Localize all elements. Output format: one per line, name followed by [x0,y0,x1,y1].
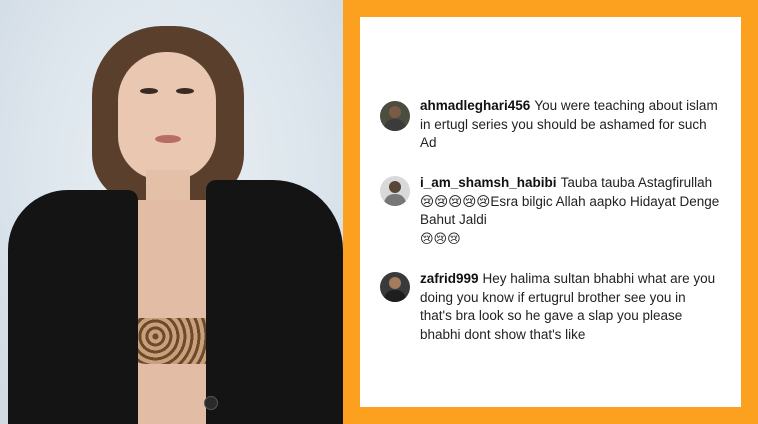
screenshot-collage: ahmadleghari456 You were teaching about i… [0,0,758,424]
photo-eye-left [140,88,158,94]
comment-username[interactable]: zafrid999 [420,271,479,286]
comments-card: ahmadleghari456 You were teaching about i… [360,17,741,407]
photo-face [118,52,216,180]
avatar-head [389,277,401,289]
photo-jacket-button [204,396,218,410]
avatar-body [384,290,406,302]
photo-jacket-left [8,190,138,424]
avatar-head [389,181,401,193]
comments-orange-frame: ahmadleghari456 You were teaching about i… [343,0,758,424]
avatar-body [384,194,406,206]
photo-jacket-right [206,180,343,424]
avatar-body [384,119,406,131]
crying-face-emoji-row: 😢😢😢 [420,231,461,247]
avatar[interactable] [380,101,410,131]
comment-username[interactable]: ahmadleghari456 [420,98,530,113]
photo-mouth [155,135,181,143]
avatar[interactable] [380,272,410,302]
avatar[interactable] [380,176,410,206]
comment-text-block: zafrid999 Hey halima sultan bhabhi what a… [420,270,720,344]
woman-photo [0,0,343,424]
comment-text-block: i_am_shamsh_habibi Tauba tauba Astagfirul… [420,174,720,249]
avatar-head [389,106,401,118]
photo-eye-right [176,88,194,94]
comment-username[interactable]: i_am_shamsh_habibi [420,175,557,190]
comment-text-block: ahmadleghari456 You were teaching about i… [420,97,720,153]
